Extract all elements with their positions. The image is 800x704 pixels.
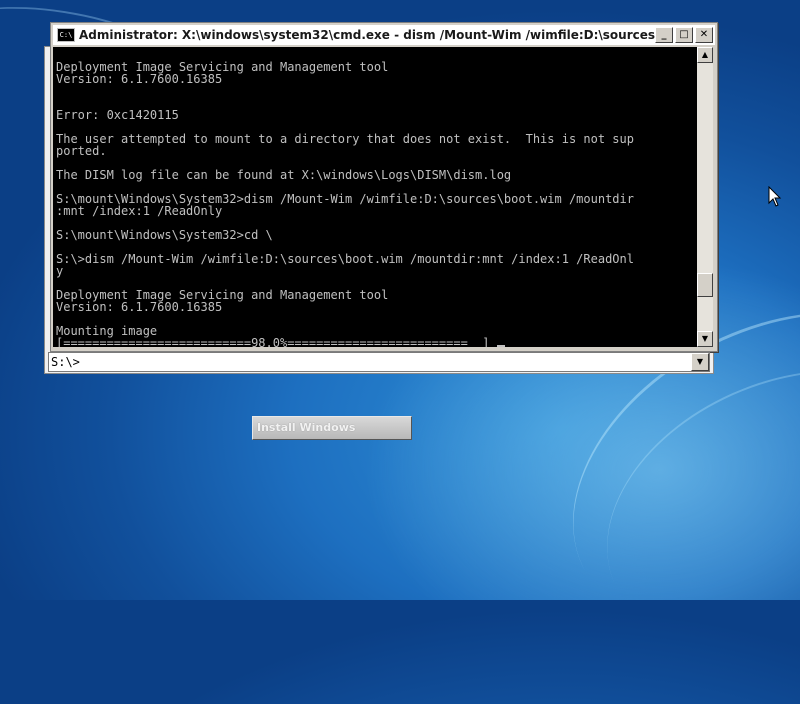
mouse-pointer-icon [768,186,782,207]
install-windows-button[interactable]: Install Windows [252,416,412,440]
window-title: Administrator: X:\windows\system32\cmd.e… [79,28,655,42]
scroll-up-button[interactable]: ▲ [697,47,713,63]
cmd-titlebar[interactable]: C:\ Administrator: X:\windows\system32\c… [53,25,715,45]
console-output[interactable]: Deployment Image Servicing and Managemen… [53,47,697,347]
close-button[interactable]: ✕ [695,27,713,43]
command-input-text: S:\> [51,355,80,369]
cmd-icon[interactable]: C:\ [57,28,75,42]
scroll-down-button[interactable]: ▼ [697,331,713,347]
vertical-scrollbar[interactable]: ▲ ▼ [697,47,713,347]
chevron-down-icon[interactable]: ▼ [691,353,709,371]
minimize-button[interactable]: _ [655,27,673,43]
command-input[interactable]: S:\> ▼ [48,352,710,372]
console-text: Deployment Image Servicing and Managemen… [56,60,634,347]
text-cursor [496,345,505,347]
cmd-window[interactable]: C:\ Administrator: X:\windows\system32\c… [50,22,718,352]
maximize-button[interactable]: □ [675,27,693,43]
scroll-thumb[interactable] [697,273,713,297]
